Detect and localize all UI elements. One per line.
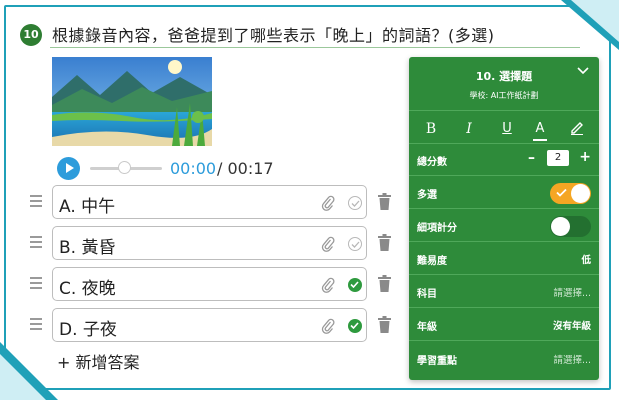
divider <box>409 340 599 341</box>
answer-row: C. 夜晚 <box>30 267 402 301</box>
chevron-down-icon[interactable] <box>577 66 589 76</box>
toggle-knob <box>551 217 570 236</box>
drag-handle-icon[interactable] <box>30 277 42 292</box>
corner-decoration-bottom-left <box>0 342 58 400</box>
answer-row: A. 中午 <box>30 185 402 219</box>
difficulty-label: 難易度 <box>417 256 447 267</box>
play-icon[interactable] <box>57 157 80 180</box>
drag-handle-icon[interactable] <box>30 318 42 333</box>
answer-row: B. 黃昏 <box>30 226 402 260</box>
correct-answer-check-icon[interactable] <box>348 278 362 292</box>
grade-row[interactable]: 年級 沒有年級 <box>409 308 599 340</box>
question-number-badge: 10 <box>20 24 42 46</box>
toggle-knob <box>571 184 590 203</box>
audio-duration: / 00:17 <box>217 159 274 178</box>
question-underline <box>50 47 580 48</box>
learning-focus-label: 學習重點 <box>417 356 457 367</box>
font-color-bar <box>533 139 547 141</box>
drag-handle-icon[interactable] <box>30 236 42 251</box>
question-picture[interactable] <box>52 57 212 146</box>
subject-row[interactable]: 科目 請選擇... <box>409 275 599 307</box>
audio-current-time: 00:00 <box>170 159 217 178</box>
multi-select-row: 多選 <box>409 176 599 208</box>
attachment-icon[interactable] <box>321 236 335 252</box>
answer-label: B. 黃昏 <box>59 238 116 258</box>
correct-answer-toggle-icon[interactable] <box>348 196 362 210</box>
subject-label: 科目 <box>417 289 437 300</box>
answer-field[interactable]: A. 中午 <box>52 185 367 219</box>
answer-label: C. 夜晚 <box>59 279 116 299</box>
italic-button[interactable]: I <box>459 119 479 139</box>
question-text[interactable]: 根據錄音內容，爸爸提到了哪些表示「晚上」的詞語？(多選) <box>52 22 495 46</box>
subject-select[interactable]: 請選擇... <box>553 285 591 299</box>
add-answer-button[interactable]: + 新增答案 <box>57 349 140 373</box>
drag-handle-icon[interactable] <box>30 195 42 210</box>
answer-row: D. 子夜 <box>30 308 402 342</box>
partial-score-label: 細項計分 <box>417 223 457 234</box>
answer-label: A. 中午 <box>59 197 116 217</box>
answer-field[interactable]: B. 黃昏 <box>52 226 367 260</box>
multi-select-toggle[interactable] <box>550 183 591 204</box>
total-score-label: 總分數 <box>417 157 447 168</box>
grade-select[interactable]: 沒有年級 <box>553 318 591 332</box>
underline-button[interactable]: U <box>497 119 517 139</box>
font-color-button[interactable]: A <box>530 119 550 139</box>
learning-focus-row[interactable]: 學習重點 請選擇... <box>409 342 599 374</box>
panel-school: 學校: AI工作紙計劃 <box>469 91 539 100</box>
difficulty-row[interactable]: 難易度 低 <box>409 242 599 274</box>
pencil-icon[interactable] <box>567 119 587 139</box>
attachment-icon[interactable] <box>321 277 335 293</box>
text-format-toolbar: B I U A <box>409 115 599 143</box>
bold-button[interactable]: B <box>421 119 441 139</box>
grade-label: 年級 <box>417 322 437 333</box>
answer-label: D. 子夜 <box>59 320 117 340</box>
partial-score-row: 細項計分 <box>409 209 599 241</box>
delete-answer-icon[interactable] <box>378 316 391 333</box>
learning-focus-select[interactable]: 請選擇... <box>553 352 591 366</box>
difficulty-value[interactable]: 低 <box>581 252 591 266</box>
answer-field[interactable]: C. 夜晚 <box>52 267 367 301</box>
panel-title: 10. 選擇題 <box>475 70 533 83</box>
score-input[interactable]: 2 <box>547 150 569 166</box>
decrease-score-button[interactable]: – <box>528 150 535 166</box>
total-score-row: 總分數 – 2 + <box>409 143 599 175</box>
question-settings-panel: 10. 選擇題 學校: AI工作紙計劃 B I U A 總分數 – 2 + 多選… <box>409 57 599 380</box>
increase-score-button[interactable]: + <box>579 149 591 165</box>
divider <box>409 110 599 111</box>
delete-answer-icon[interactable] <box>378 234 391 251</box>
correct-answer-toggle-icon[interactable] <box>348 237 362 251</box>
corner-decoration-top-right <box>561 0 619 50</box>
attachment-icon[interactable] <box>321 318 335 334</box>
multi-select-label: 多選 <box>417 190 437 201</box>
correct-answer-check-icon[interactable] <box>348 319 362 333</box>
delete-answer-icon[interactable] <box>378 275 391 292</box>
delete-answer-icon[interactable] <box>378 193 391 210</box>
partial-score-toggle[interactable] <box>550 216 591 237</box>
audio-progress-handle[interactable] <box>118 161 131 174</box>
attachment-icon[interactable] <box>321 195 335 211</box>
answer-field[interactable]: D. 子夜 <box>52 308 367 342</box>
